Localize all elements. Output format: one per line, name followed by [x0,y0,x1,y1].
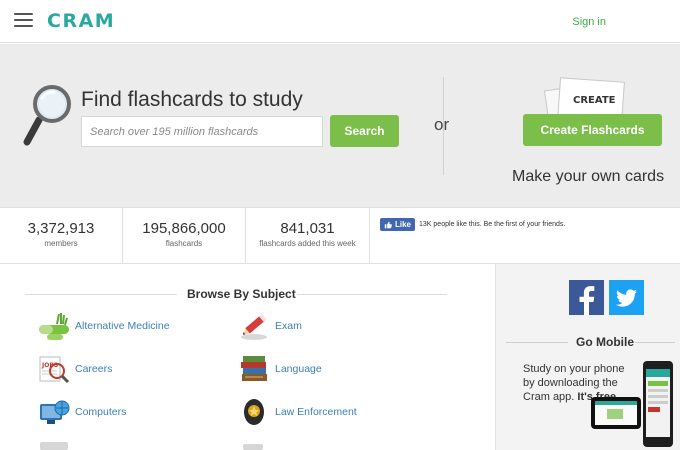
stat-flashcards: 195,866,000 flashcards [123,208,246,264]
police-badge-icon [244,399,264,425]
herbal-pills-icon [39,313,69,340]
subject-label: Law Enforcement [275,406,357,418]
magnifier-icon [23,85,71,146]
subject-label: Alternative Medicine [75,320,170,332]
subject-careers[interactable]: JOBS Careers [37,353,112,385]
subject-label: Careers [75,363,113,375]
stat-label: flashcards [165,239,203,248]
menu-icon[interactable] [14,13,33,28]
browse-section: Browse By Subject Alternative Medicine E… [0,264,495,450]
subject-label: Exam [275,320,302,332]
stat-value: 3,372,913 [27,220,95,237]
make-own-cards-text: Make your own cards [512,168,665,185]
search-input[interactable] [81,116,323,147]
top-header: CRAM Sign in [0,0,680,43]
stat-label: members [44,239,78,248]
subject-exam[interactable]: Exam [237,310,302,342]
like-label: Like [395,220,412,229]
stat-value: 841,031 [280,220,335,237]
facebook-like-button[interactable]: Like [380,218,416,231]
create-card-label: CREATE [573,95,616,106]
go-mobile-divider-right [635,342,675,343]
stat-label: flashcards added this week [259,239,356,248]
subject-label: Computers [75,406,127,418]
hero-title: Find flashcards to study [81,88,303,111]
create-flashcards-button[interactable]: Create Flashcards [523,114,662,146]
like-count-text: 13K people like this. Be the first of yo… [419,221,566,228]
search-button[interactable]: Search [330,115,399,147]
go-mobile-divider-left [506,342,568,343]
computer-globe-icon [40,400,70,424]
books-stack-icon [241,356,267,381]
thumbs-up-icon [384,221,392,228]
stat-added-this-week: 841,031 flashcards added this week [246,208,370,264]
subject-label: Language [275,363,322,375]
subject-partial-icon [40,442,68,450]
subject-language[interactable]: Language [237,353,322,385]
browse-title: Browse By Subject [187,287,296,301]
browse-divider-left [25,294,177,295]
go-mobile-title: Go Mobile [576,335,634,349]
or-text: or [434,115,450,134]
subject-alternative-medicine[interactable]: Alternative Medicine [37,310,170,342]
sign-in-link[interactable]: Sign in [572,16,606,28]
browse-divider-right [297,294,447,295]
jobs-search-icon: JOBS [39,356,70,384]
facebook-icon[interactable] [569,280,604,315]
facebook-like-widget: Like 13K people like this. Be the first … [380,218,565,231]
mobile-sidebar: Go Mobile Study on your phone by downloa… [495,264,680,450]
stat-value: 195,866,000 [142,220,226,237]
stats-bar: 3,372,913 members 195,866,000 flashcards… [0,207,680,264]
subject-computers[interactable]: Computers [37,396,126,428]
mobile-app-phones-image [591,361,673,447]
subject-partial-icon [243,444,263,450]
cram-logo[interactable]: CRAM [47,10,115,32]
subject-law-enforcement[interactable]: Law Enforcement [237,396,357,428]
hero-section: Find flashcards to study Search or CREAT… [0,44,680,207]
twitter-icon[interactable] [609,280,644,315]
stat-members: 3,372,913 members [0,208,123,264]
pencil-exam-icon [241,313,267,340]
